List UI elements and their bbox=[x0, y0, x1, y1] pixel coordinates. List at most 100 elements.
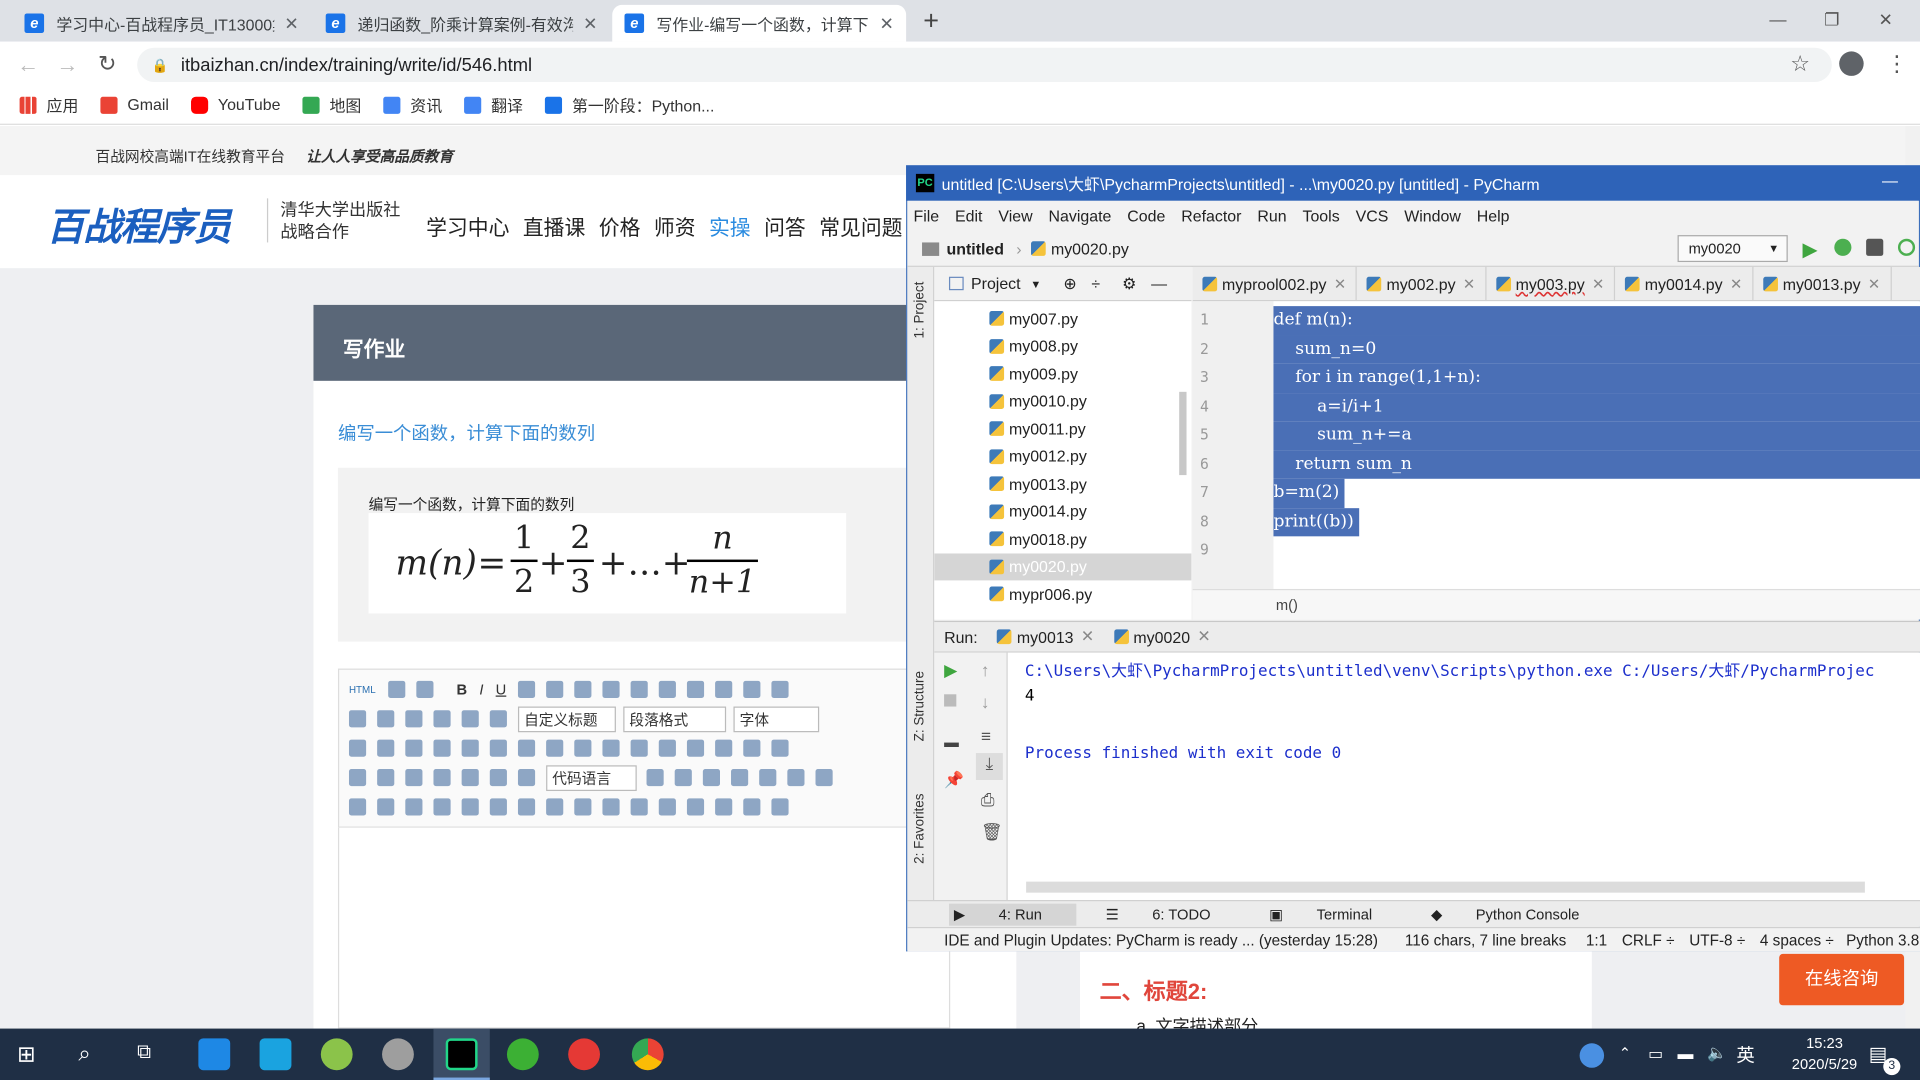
date-icon[interactable] bbox=[759, 768, 777, 787]
browser-tab-3-active[interactable]: e 写作业-编写一个函数，计算下面 ✕ bbox=[612, 4, 907, 42]
online-consult-button[interactable]: 在线咨询 bbox=[1779, 953, 1905, 1006]
breadcrumb-project[interactable]: untitled bbox=[947, 239, 1004, 257]
bookmark-maps[interactable]: 地图 bbox=[302, 93, 361, 116]
menu-run[interactable]: Run bbox=[1257, 207, 1286, 225]
video-icon[interactable] bbox=[377, 768, 395, 787]
special-chars-icon[interactable] bbox=[815, 768, 833, 787]
eraser-icon[interactable] bbox=[631, 680, 649, 698]
tree-scrollbar[interactable] bbox=[1179, 391, 1187, 476]
editor-tab[interactable]: my002.py ✕ bbox=[1357, 266, 1487, 302]
split-cells-icon[interactable] bbox=[574, 798, 592, 816]
new-tab-button[interactable]: + bbox=[923, 5, 939, 37]
bookmark-youtube[interactable]: YouTube bbox=[190, 96, 280, 114]
pin-icon[interactable]: 📌 bbox=[944, 770, 964, 790]
code-line[interactable]: sum_n=0 bbox=[1273, 334, 1920, 364]
bookmark-gmail[interactable]: Gmail bbox=[100, 96, 169, 114]
clear-doc-icon[interactable] bbox=[405, 710, 423, 728]
underline-icon[interactable]: U bbox=[496, 681, 507, 698]
menu-navigate[interactable]: Navigate bbox=[1049, 207, 1112, 225]
insert-col-icon[interactable] bbox=[433, 798, 451, 816]
bookmark-python-stage1[interactable]: 第一阶段：Python... bbox=[545, 93, 714, 116]
anchor-icon[interactable] bbox=[658, 739, 676, 757]
browser-menu-icon[interactable]: ⋮ bbox=[1886, 51, 1908, 77]
close-tab-icon[interactable]: ✕ bbox=[1463, 276, 1475, 293]
search-replace-icon[interactable] bbox=[715, 798, 733, 816]
close-window-icon[interactable]: ✕ bbox=[1861, 0, 1910, 42]
insert-row-icon[interactable] bbox=[377, 798, 395, 816]
delete-col-icon[interactable] bbox=[461, 798, 479, 816]
font-select[interactable]: 字体 bbox=[733, 705, 820, 732]
console-hscrollbar[interactable] bbox=[1026, 881, 1865, 893]
horizontal-rule-icon[interactable] bbox=[731, 768, 749, 787]
network-icon[interactable]: ▭ bbox=[1648, 1044, 1663, 1064]
list-icon[interactable] bbox=[348, 710, 367, 728]
code-language-select[interactable]: 代码语言 bbox=[546, 764, 637, 791]
menu-window[interactable]: Window bbox=[1404, 207, 1461, 225]
menu-tools[interactable]: Tools bbox=[1302, 207, 1339, 225]
code-line[interactable]: return sum_n bbox=[1273, 450, 1920, 479]
link-icon[interactable] bbox=[602, 739, 620, 757]
editor-tab[interactable]: my0013.py ✕ bbox=[1753, 266, 1892, 302]
bookmark-apps[interactable]: 应用 bbox=[19, 93, 78, 116]
ime-indicator[interactable]: 英 bbox=[1736, 1042, 1754, 1068]
to-upper-icon[interactable] bbox=[546, 739, 564, 757]
tool-python-console[interactable]: ◆ Python Console bbox=[1431, 906, 1609, 923]
insert-table-icon[interactable] bbox=[348, 798, 367, 816]
bold-icon[interactable]: B bbox=[456, 681, 467, 698]
weibo-icon[interactable] bbox=[568, 1038, 601, 1071]
print-icon[interactable] bbox=[658, 798, 676, 816]
code-line[interactable]: b=m(2) bbox=[1273, 478, 1345, 508]
wechat-icon[interactable] bbox=[506, 1038, 539, 1071]
merge-down-icon[interactable] bbox=[546, 798, 564, 816]
heading-select[interactable]: 自定义标题 bbox=[517, 705, 616, 732]
italic-icon[interactable]: I bbox=[479, 681, 483, 698]
font-border-icon[interactable] bbox=[518, 680, 536, 698]
page-break-icon[interactable] bbox=[674, 768, 692, 787]
font-color-icon[interactable] bbox=[772, 680, 790, 698]
editor-tab[interactable]: myprool002.py ✕ bbox=[1193, 266, 1358, 302]
menu-vcs[interactable]: VCS bbox=[1356, 207, 1389, 225]
status-encoding[interactable]: UTF-8 ÷ bbox=[1689, 931, 1745, 948]
close-tab-icon[interactable]: ✕ bbox=[1730, 276, 1742, 293]
nav-qa[interactable]: 问答 bbox=[764, 211, 806, 242]
code-line[interactable]: def m(n): bbox=[1273, 306, 1920, 335]
menu-file[interactable]: File bbox=[913, 207, 939, 225]
split-cols-icon[interactable] bbox=[630, 798, 648, 816]
image-left-icon[interactable] bbox=[715, 739, 733, 757]
undo-icon[interactable] bbox=[387, 680, 406, 698]
music-icon[interactable] bbox=[405, 768, 423, 787]
browser-tab-2[interactable]: e 递归函数_阶乘计算案例-有效沟通 ✕ bbox=[313, 5, 609, 42]
run-tab-my0013[interactable]: my0013 ✕ bbox=[997, 627, 1094, 647]
bilibili-icon[interactable] bbox=[259, 1038, 292, 1071]
status-message[interactable]: IDE and Plugin Updates: PyCharm is ready… bbox=[944, 931, 1378, 948]
subscript-icon[interactable] bbox=[603, 680, 621, 698]
paste-text-icon[interactable] bbox=[743, 680, 761, 698]
run-tab-my0020[interactable]: my0020 ✕ bbox=[1113, 627, 1211, 647]
editor-tab[interactable]: my0014.py ✕ bbox=[1615, 266, 1754, 302]
trash-icon[interactable]: 🗑 bbox=[981, 822, 1003, 843]
bookmark-star-icon[interactable]: ☆ bbox=[1790, 51, 1810, 77]
menu-view[interactable]: View bbox=[998, 207, 1032, 225]
up-arrow-icon[interactable]: ↑ bbox=[981, 660, 990, 680]
align-center-icon[interactable] bbox=[461, 739, 479, 757]
chevron-down-icon[interactable]: ▼ bbox=[1030, 277, 1041, 289]
nav-learning-center[interactable]: 学习中心 bbox=[426, 211, 509, 242]
status-indent[interactable]: 4 spaces ÷ bbox=[1760, 931, 1834, 948]
forward-arrow-icon[interactable]: → bbox=[56, 53, 78, 79]
code-app-icon[interactable] bbox=[320, 1038, 353, 1071]
align-left-icon[interactable] bbox=[433, 739, 451, 757]
nav-live[interactable]: 直播课 bbox=[523, 211, 585, 242]
nav-teachers[interactable]: 师资 bbox=[654, 211, 696, 242]
menu-help[interactable]: Help bbox=[1477, 207, 1510, 225]
back-arrow-icon[interactable]: ← bbox=[17, 53, 39, 79]
profile-avatar-icon[interactable] bbox=[1839, 51, 1864, 76]
project-file-item[interactable]: my008.py bbox=[989, 332, 1191, 359]
project-file-item[interactable]: my0014.py bbox=[989, 498, 1191, 525]
image-right-icon[interactable] bbox=[743, 739, 761, 757]
background-icon[interactable] bbox=[702, 768, 721, 787]
reload-icon[interactable]: ↻ bbox=[98, 51, 116, 77]
run-config-select[interactable]: my0020 ▼ bbox=[1677, 235, 1788, 263]
superscript-icon[interactable] bbox=[574, 680, 593, 698]
template-icon[interactable] bbox=[646, 768, 664, 787]
editor-tab[interactable]: my003.py ✕ bbox=[1486, 266, 1616, 302]
